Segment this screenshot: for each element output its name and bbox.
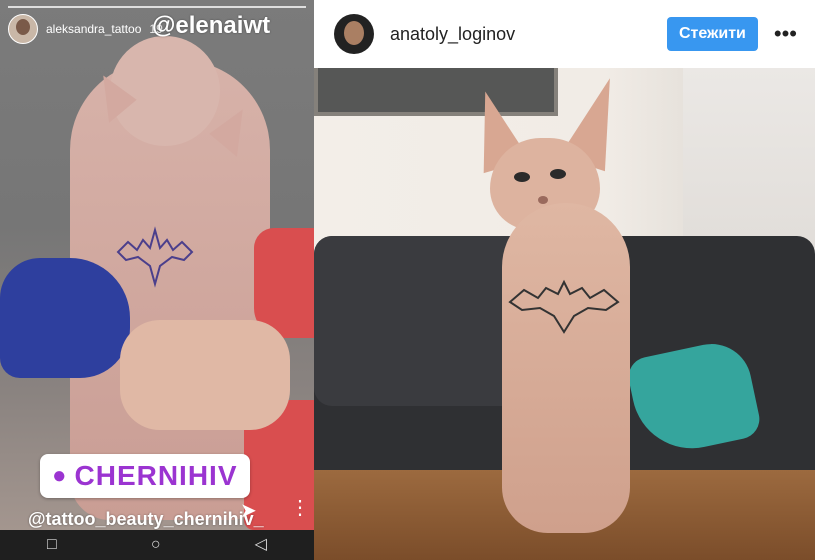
post-photo[interactable] (314, 68, 815, 560)
holding-hand (120, 320, 290, 430)
picture-frame (314, 68, 558, 116)
location-sticker[interactable]: ● CHERNIHIV (40, 454, 250, 498)
more-icon[interactable]: ••• (774, 23, 797, 45)
story-header: aleksandra_tattoo 19 (8, 14, 163, 44)
location-text: CHERNIHIV (74, 460, 238, 491)
cat-eye-left (514, 172, 530, 182)
story-panel: aleksandra_tattoo 19 @elenaiwt ● CHERNIH… (0, 0, 314, 560)
send-icon[interactable]: ➤ (240, 498, 257, 523)
cat-nose (538, 196, 548, 204)
left-tattoo-drawing (116, 226, 194, 288)
location-pin-icon: ● (52, 462, 67, 489)
story-progress-bar (8, 6, 306, 8)
post-avatar[interactable] (334, 14, 374, 54)
right-tattoo-drawing (508, 279, 620, 334)
cat-body (502, 203, 630, 533)
home-icon[interactable]: ○ (151, 537, 161, 553)
post-username[interactable]: anatoly_loginov (390, 24, 515, 45)
story-username[interactable]: aleksandra_tattoo (46, 22, 141, 36)
post-panel: anatoly_loginov Стежити ••• (314, 0, 815, 560)
story-mention-top[interactable]: @elenaiwt (152, 12, 270, 40)
recent-apps-icon[interactable]: □ (47, 537, 57, 553)
story-avatar[interactable] (8, 14, 38, 44)
story-mention-bottom[interactable]: @tattoo_beauty_chernihiv_ (28, 509, 264, 530)
android-navigation-bar: □ ○ ◁ (0, 530, 314, 560)
back-icon[interactable]: ◁ (255, 537, 267, 553)
follow-button[interactable]: Стежити (666, 17, 758, 51)
post-header: anatoly_loginov Стежити ••• (314, 0, 815, 68)
more-icon[interactable]: ⋮ (290, 498, 310, 518)
cat-eye-right (550, 169, 566, 179)
